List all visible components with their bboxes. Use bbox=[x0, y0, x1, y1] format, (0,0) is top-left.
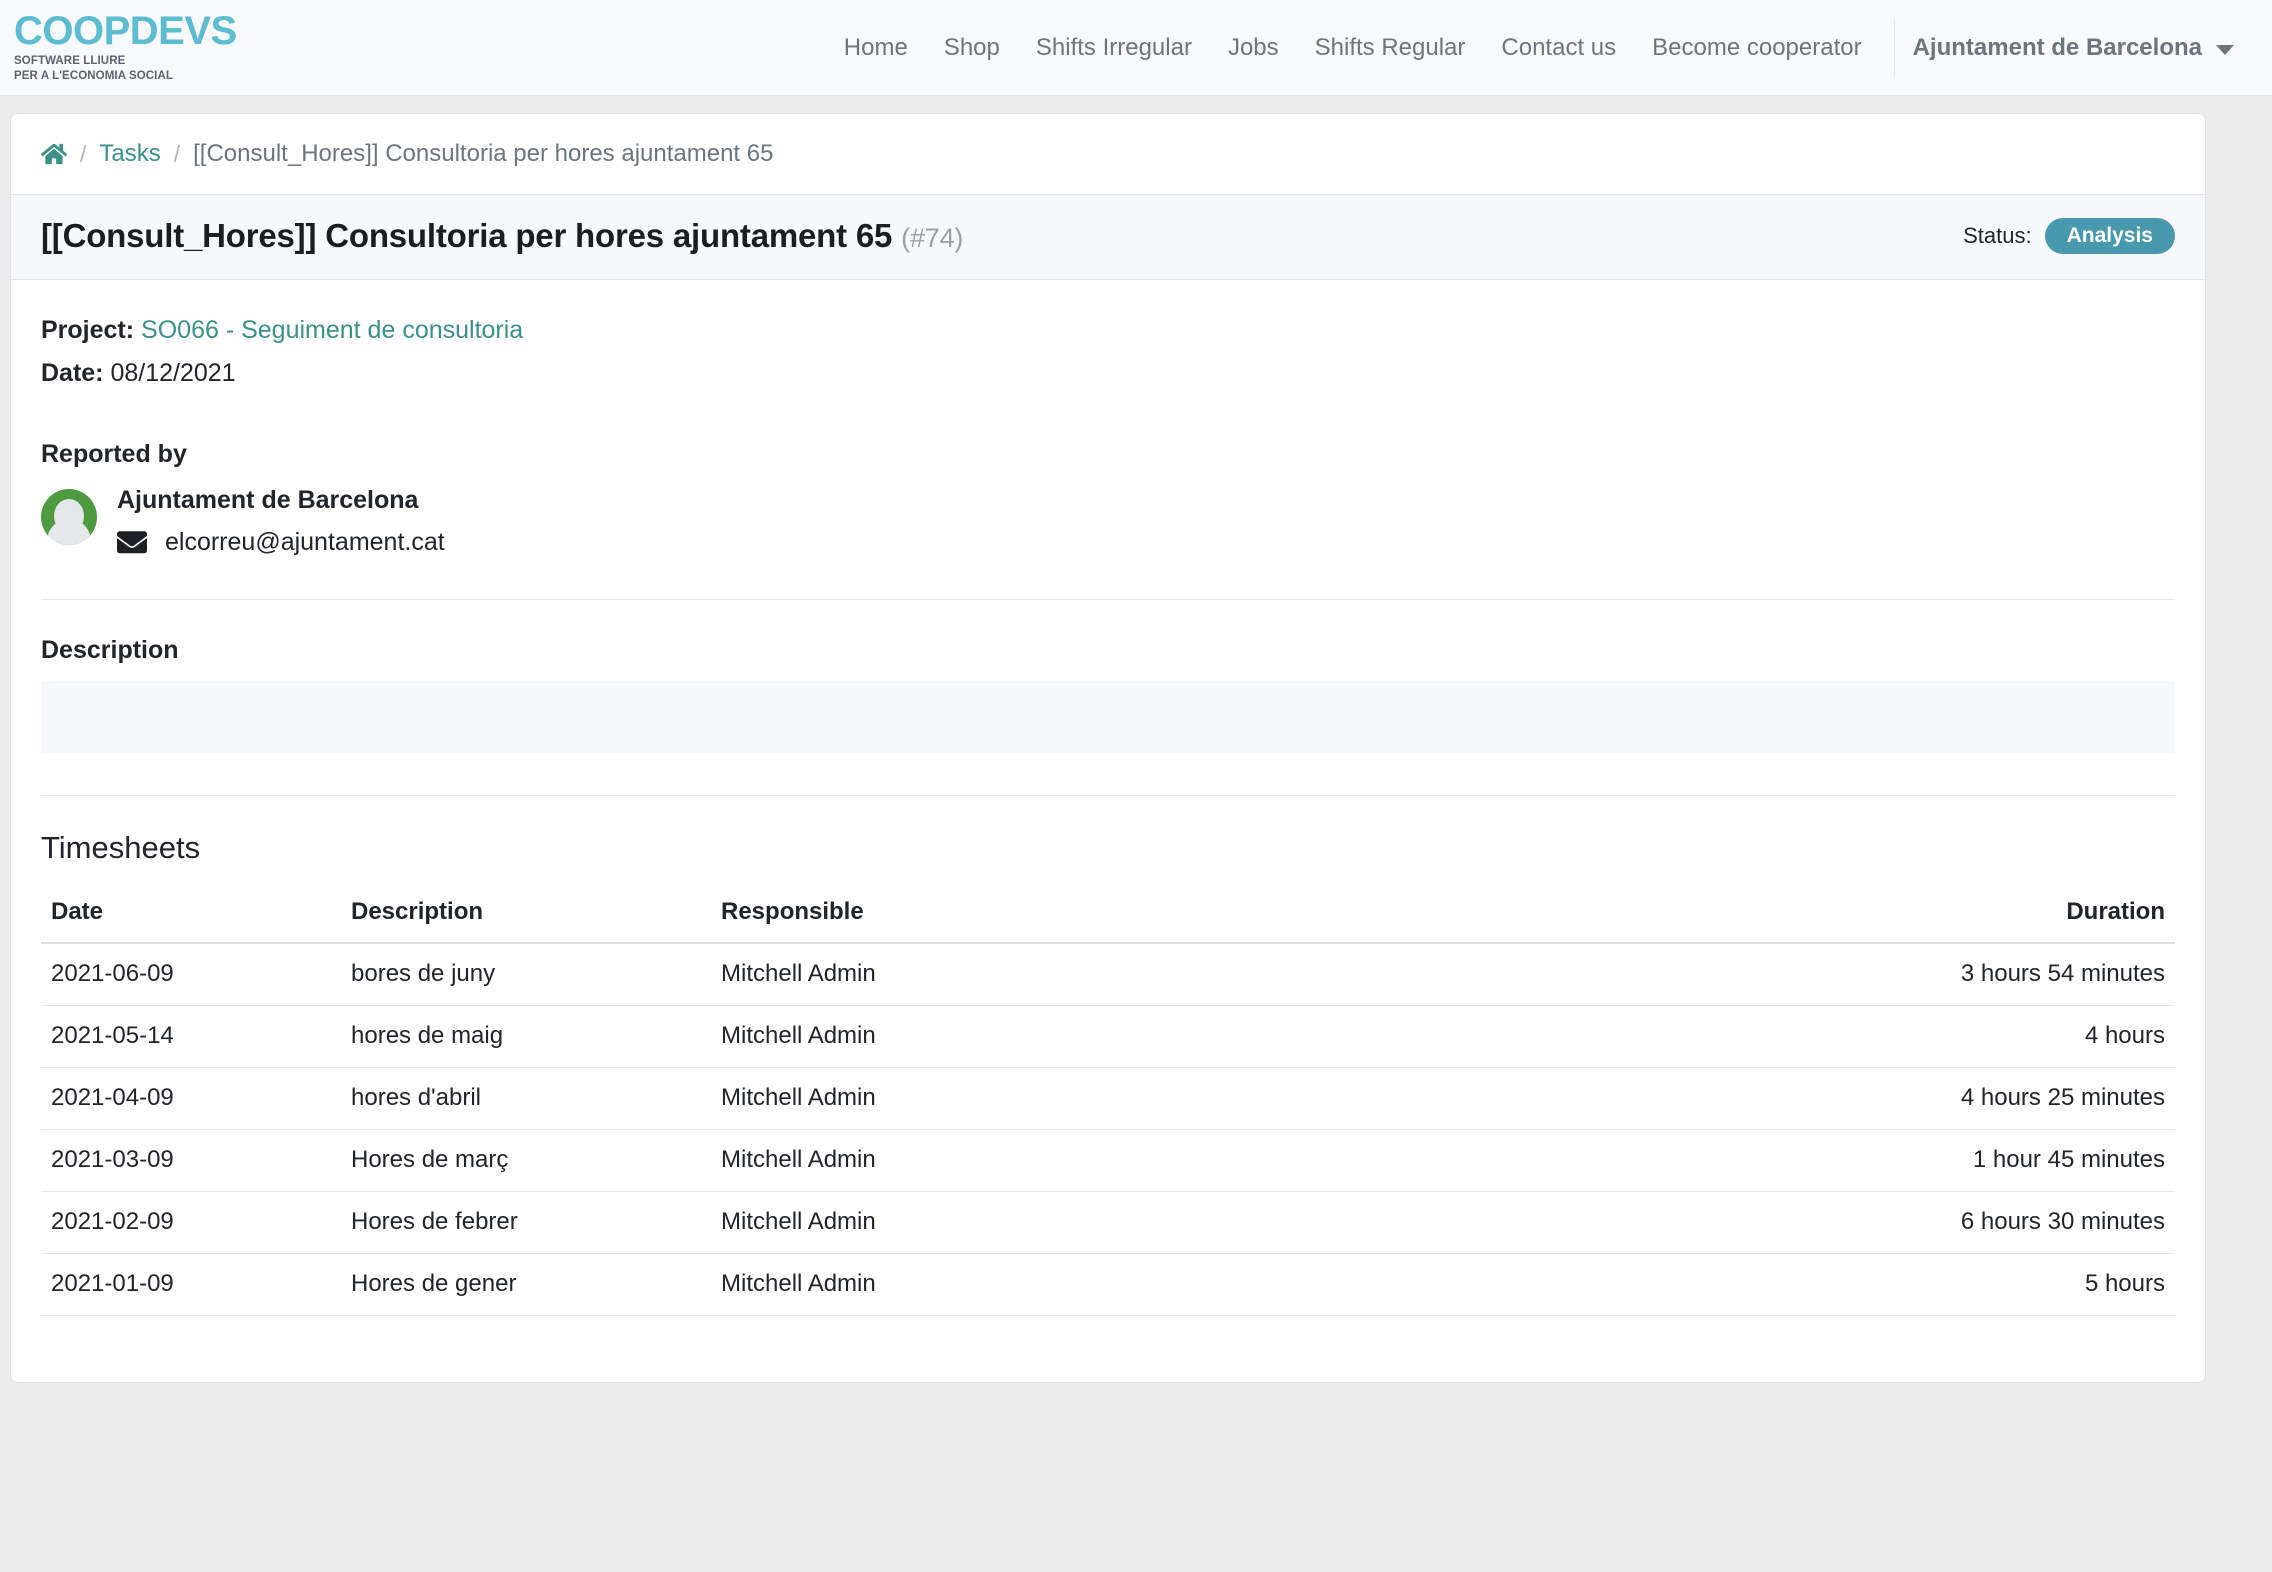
page-title-text: [[Consult_Hores]] Consultoria per hores … bbox=[41, 217, 893, 254]
column-header-duration: Duration bbox=[1491, 884, 2175, 945]
reporter-email-row: elcorreu@ajuntament.cat bbox=[117, 528, 445, 557]
user-menu-label: Ajuntament de Barcelona bbox=[1912, 33, 2202, 61]
breadcrumb-item-current: [[Consult_Hores]] Consultoria per hores … bbox=[193, 140, 774, 167]
nav-item-shifts-regular[interactable]: Shifts Regular bbox=[1297, 34, 1484, 62]
cell-description: bores de juny bbox=[341, 943, 711, 1007]
cell-date: 2021-04-09 bbox=[41, 1067, 341, 1131]
brand-tagline: SOFTWARE LLIURE PER A L'ECONOMIA SOCIAL bbox=[14, 54, 222, 83]
nav-item-contact-us[interactable]: Contact us bbox=[1483, 34, 1634, 62]
status-badge: Analysis bbox=[2044, 218, 2175, 254]
description-block: Description bbox=[41, 636, 2175, 754]
cell-duration: 4 hours bbox=[1491, 1005, 2175, 1069]
cell-responsible: Mitchell Admin bbox=[711, 1129, 1491, 1193]
nav-item-jobs[interactable]: Jobs bbox=[1210, 34, 1297, 62]
table-row: 2021-05-14 hores de maig Mitchell Admin … bbox=[41, 1005, 2175, 1069]
breadcrumb: / Tasks / [[Consult_Hores]] Consultoria … bbox=[11, 114, 2205, 195]
divider-timesheets bbox=[41, 795, 2175, 797]
cell-duration: 6 hours 30 minutes bbox=[1491, 1191, 2175, 1255]
cell-description: Hores de gener bbox=[341, 1253, 711, 1317]
description-title: Description bbox=[41, 636, 179, 665]
brand-tagline-line1: SOFTWARE LLIURE bbox=[14, 54, 126, 67]
nav-links: Home Shop Shifts Irregular Jobs Shifts R… bbox=[826, 0, 2242, 95]
description-content bbox=[41, 681, 2175, 754]
nav-item-home[interactable]: Home bbox=[826, 34, 926, 62]
cell-description: Hores de març bbox=[341, 1129, 711, 1193]
breadcrumb-separator-1: / bbox=[80, 140, 87, 167]
brand-tagline-line2: PER A L'ECONOMIA SOCIAL bbox=[14, 69, 174, 82]
status-label: Status: bbox=[1963, 223, 2032, 248]
nav-item-become-cooperator[interactable]: Become cooperator bbox=[1634, 34, 1879, 62]
cell-description: hores de maig bbox=[341, 1005, 711, 1069]
reporter-name: Ajuntament de Barcelona bbox=[117, 486, 419, 514]
cell-responsible: Mitchell Admin bbox=[711, 1253, 1491, 1317]
nav-item-shifts-irregular[interactable]: Shifts Irregular bbox=[1018, 34, 1210, 62]
reported-by-block: Reported by Ajuntament de Barcelona elco… bbox=[41, 440, 2175, 557]
page-container: / Tasks / [[Consult_Hores]] Consultoria … bbox=[0, 95, 2272, 1384]
home-icon[interactable] bbox=[41, 141, 67, 167]
cell-date: 2021-03-09 bbox=[41, 1129, 341, 1193]
reporter-email: elcorreu@ajuntament.cat bbox=[165, 528, 445, 557]
task-body: Project: SO066 - Seguiment de consultori… bbox=[11, 280, 2205, 1382]
cell-responsible: Mitchell Admin bbox=[711, 1005, 1491, 1069]
date-label: Date: bbox=[41, 359, 104, 387]
nav-item-shop[interactable]: Shop bbox=[926, 34, 1018, 62]
cell-date: 2021-06-09 bbox=[41, 943, 341, 1007]
user-menu[interactable]: Ajuntament de Barcelona bbox=[1901, 34, 2242, 62]
project-link[interactable]: SO066 - Seguiment de consultoria bbox=[141, 316, 523, 344]
cell-description: hores d'abril bbox=[341, 1067, 711, 1131]
cell-responsible: Mitchell Admin bbox=[711, 943, 1491, 1007]
reporter-details: Ajuntament de Barcelona elcorreu@ajuntam… bbox=[117, 485, 445, 557]
date-row: Date: 08/12/2021 bbox=[41, 359, 2175, 388]
column-header-responsible: Responsible bbox=[711, 884, 1491, 945]
project-row: Project: SO066 - Seguiment de consultori… bbox=[41, 316, 2175, 345]
cell-duration: 4 hours 25 minutes bbox=[1491, 1067, 2175, 1131]
reported-by-label: Reported by bbox=[41, 440, 187, 468]
envelope-icon bbox=[117, 531, 147, 554]
cell-responsible: Mitchell Admin bbox=[711, 1191, 1491, 1255]
nav-divider bbox=[1893, 18, 1895, 77]
timesheets-title: Timesheets bbox=[41, 830, 201, 866]
cell-duration: 3 hours 54 minutes bbox=[1491, 943, 2175, 1007]
status-group: Status: Analysis bbox=[1963, 218, 2175, 254]
cell-description: Hores de febrer bbox=[341, 1191, 711, 1255]
cell-date: 2021-02-09 bbox=[41, 1191, 341, 1255]
task-card: / Tasks / [[Consult_Hores]] Consultoria … bbox=[10, 113, 2206, 1384]
table-row: 2021-02-09 Hores de febrer Mitchell Admi… bbox=[41, 1191, 2175, 1255]
cell-date: 2021-05-14 bbox=[41, 1005, 341, 1069]
page-title: [[Consult_Hores]] Consultoria per hores … bbox=[41, 217, 963, 255]
table-row: 2021-06-09 bores de juny Mitchell Admin … bbox=[41, 943, 2175, 1007]
brand-wordmark: COOPDEVS bbox=[14, 8, 237, 53]
table-row: 2021-04-09 hores d'abril Mitchell Admin … bbox=[41, 1067, 2175, 1131]
table-header-row: Date Description Responsible Duration bbox=[41, 884, 2175, 945]
task-header: [[Consult_Hores]] Consultoria per hores … bbox=[11, 195, 2205, 280]
reporter-row: Ajuntament de Barcelona elcorreu@ajuntam… bbox=[41, 485, 2175, 557]
breadcrumb-item-tasks[interactable]: Tasks bbox=[99, 140, 160, 168]
cell-duration: 1 hour 45 minutes bbox=[1491, 1129, 2175, 1193]
column-header-date: Date bbox=[41, 884, 341, 945]
timesheets-table: Date Description Responsible Duration 20… bbox=[41, 884, 2175, 1317]
table-row: 2021-03-09 Hores de març Mitchell Admin … bbox=[41, 1129, 2175, 1193]
avatar bbox=[41, 489, 97, 545]
top-navbar: COOPDEVS SOFTWARE LLIURE PER A L'ECONOMI… bbox=[0, 0, 2272, 95]
chevron-down-icon bbox=[2216, 44, 2234, 55]
brand-logo[interactable]: COOPDEVS SOFTWARE LLIURE PER A L'ECONOMI… bbox=[12, 8, 237, 83]
breadcrumb-separator-2: / bbox=[173, 140, 181, 167]
column-header-description: Description bbox=[341, 884, 711, 945]
table-row: 2021-01-09 Hores de gener Mitchell Admin… bbox=[41, 1253, 2175, 1317]
date-value: 08/12/2021 bbox=[110, 359, 236, 387]
cell-date: 2021-01-09 bbox=[41, 1253, 341, 1317]
divider-description bbox=[41, 599, 2175, 601]
cell-responsible: Mitchell Admin bbox=[711, 1067, 1491, 1131]
project-label: Project: bbox=[41, 316, 135, 344]
task-id: (#74) bbox=[901, 223, 964, 253]
avatar-body bbox=[47, 519, 91, 545]
cell-duration: 5 hours bbox=[1491, 1253, 2175, 1317]
